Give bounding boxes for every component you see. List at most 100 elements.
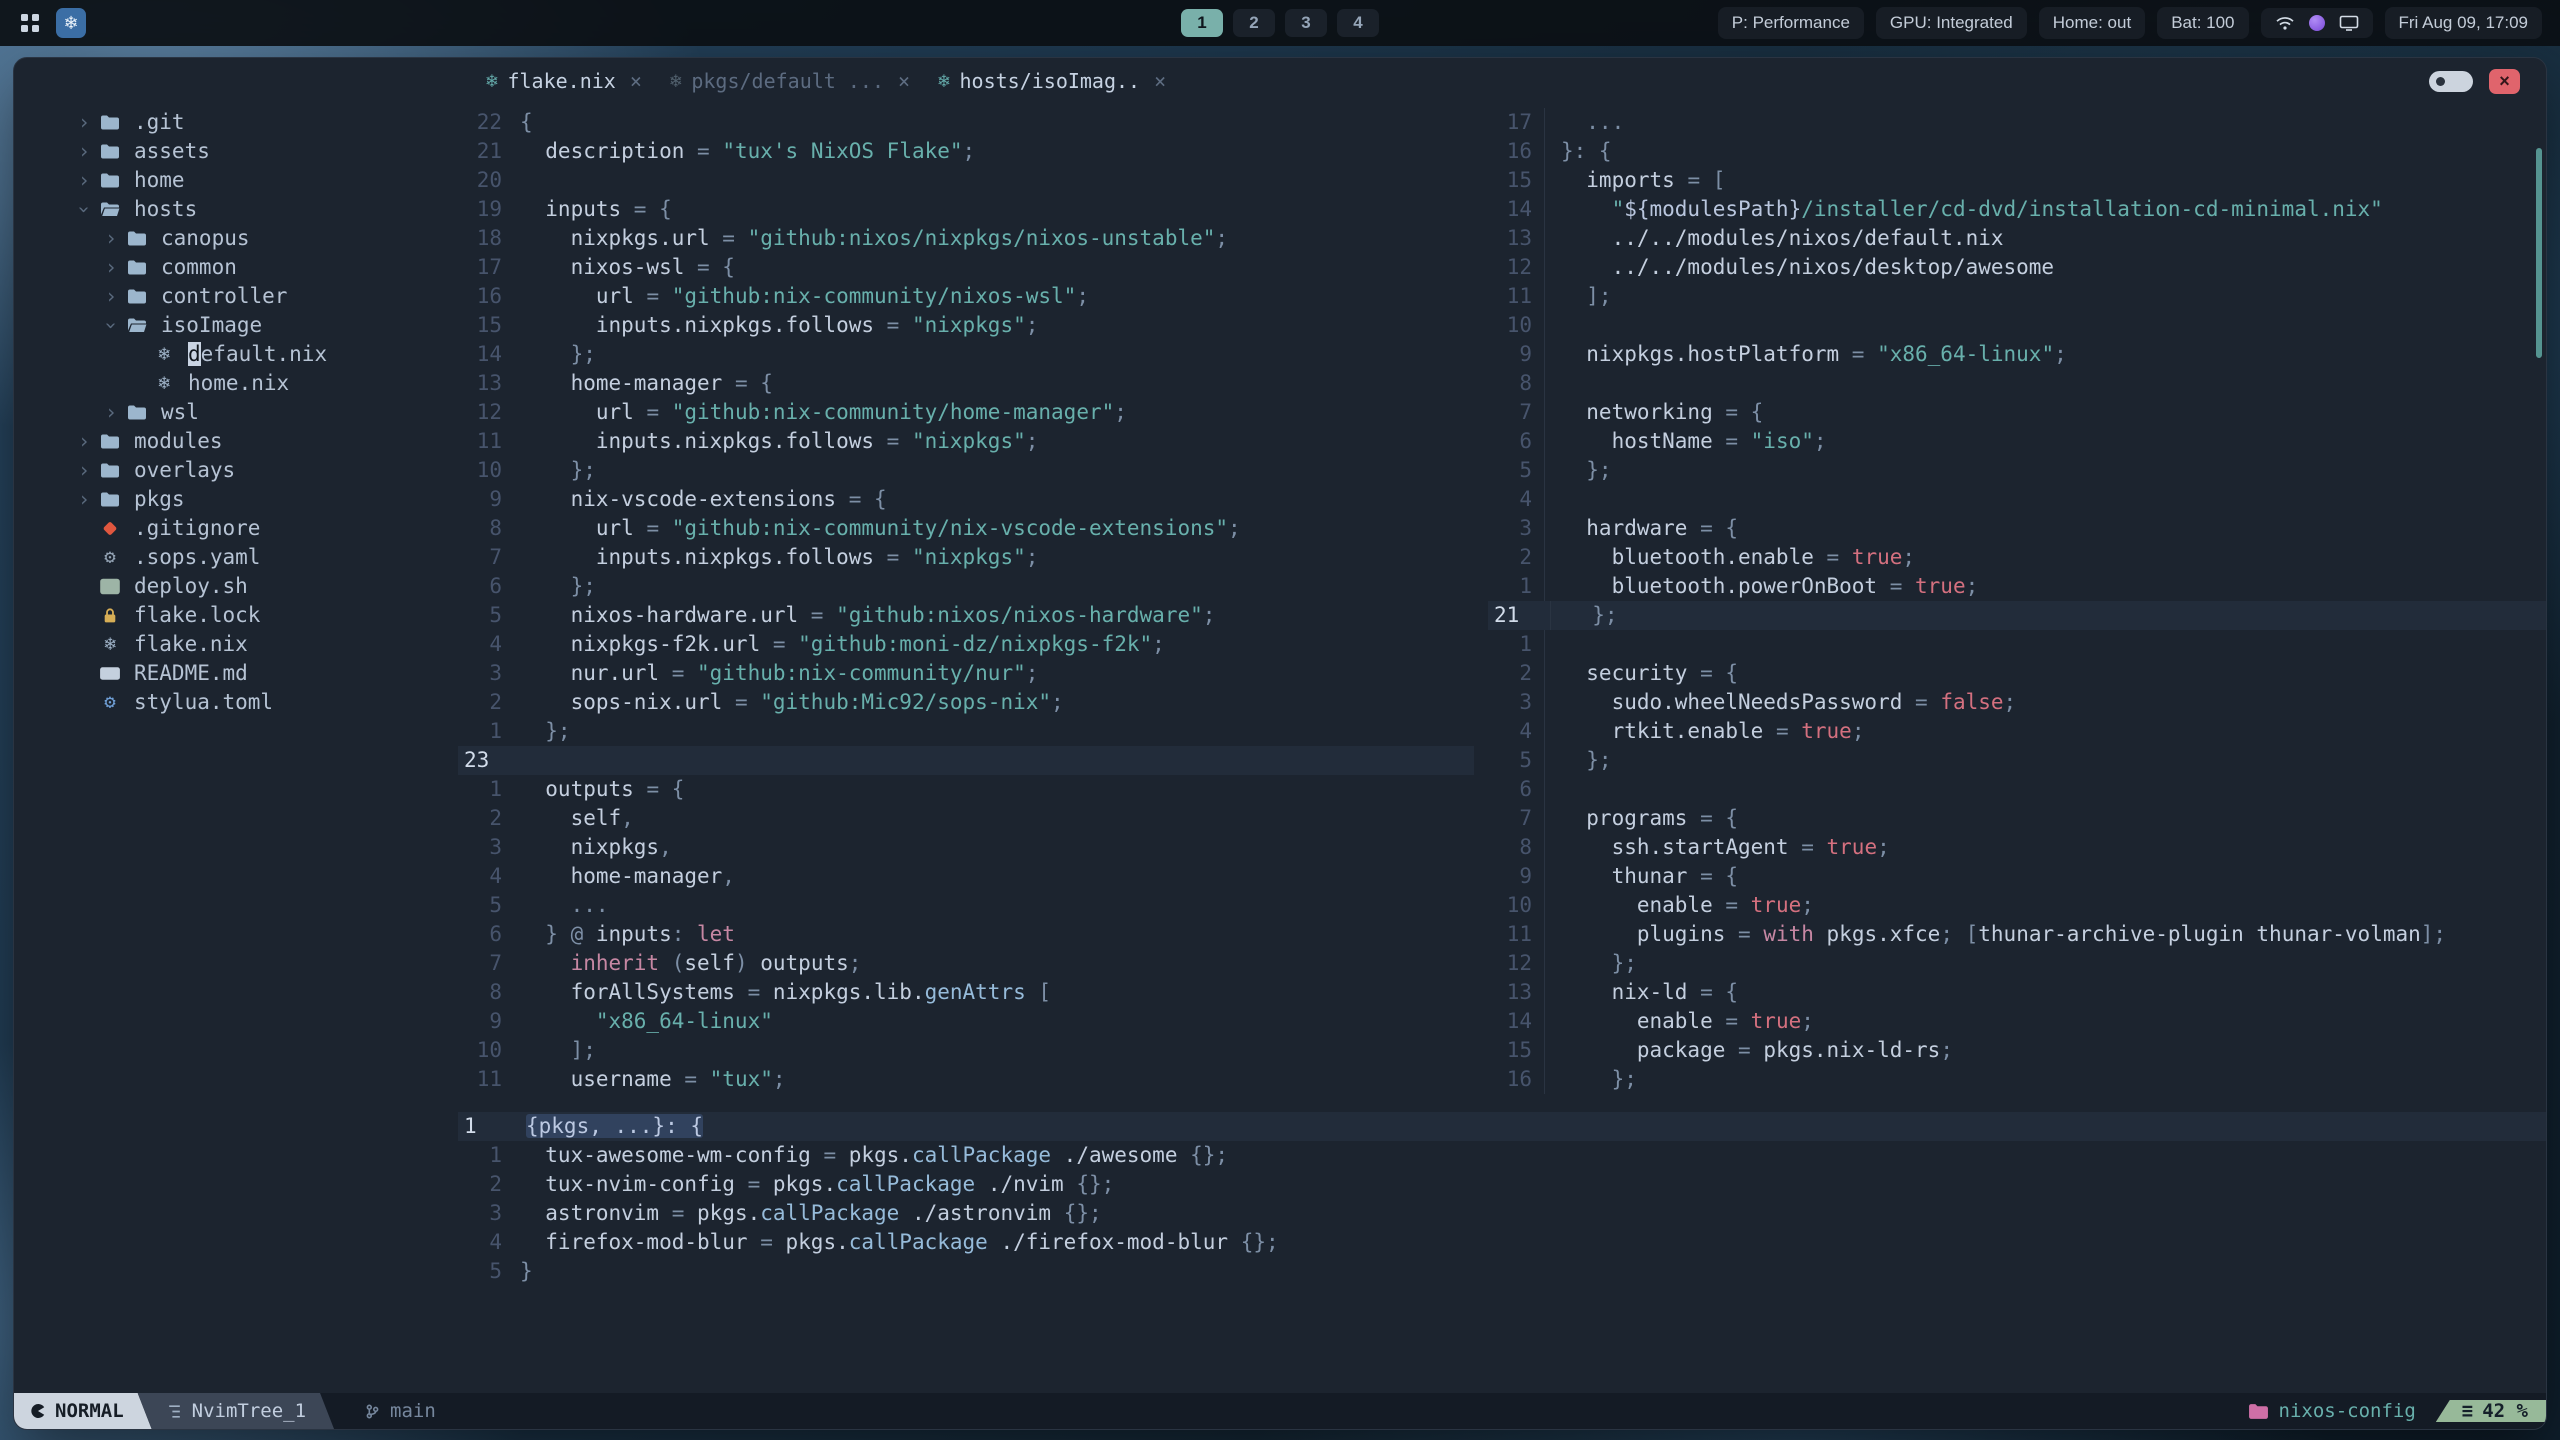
tree-item-controller[interactable]: › controller — [14, 282, 444, 311]
code-line[interactable]: 4 nixpkgs-f2k.url = "github:moni-dz/nixp… — [458, 630, 1474, 659]
tree-item--sops-yaml[interactable]: ⚙ .sops.yaml — [14, 543, 444, 572]
code-line[interactable]: 16 url = "github:nix-community/nixos-wsl… — [458, 282, 1474, 311]
tree-item-default-nix[interactable]: ❄ default.nix — [14, 340, 444, 369]
code-line[interactable]: 6 } @ inputs: let — [458, 920, 1474, 949]
tree-item--gitignore[interactable]: .gitignore — [14, 514, 444, 543]
code-line[interactable]: 7 inputs.nixpkgs.follows = "nixpkgs"; — [458, 543, 1474, 572]
code-line[interactable]: 10 — [1488, 311, 2546, 340]
tree-item-canopus[interactable]: › canopus — [14, 224, 444, 253]
code-line[interactable]: 1 — [1488, 630, 2546, 659]
code-line[interactable]: 22 { — [458, 108, 1474, 137]
code-line[interactable]: 12 ../../modules/nixos/desktop/awesome — [1488, 253, 2546, 282]
code-line[interactable]: 11 ]; — [1488, 282, 2546, 311]
code-line[interactable]: 6 — [1488, 775, 2546, 804]
code-line[interactable]: 9 "x86_64-linux" — [458, 1007, 1474, 1036]
chevron-icon[interactable]: › — [72, 456, 96, 485]
code-line[interactable]: 15 imports = [ — [1488, 166, 2546, 195]
tab-close-button[interactable]: × — [898, 69, 910, 93]
chevron-icon[interactable]: › — [97, 314, 126, 338]
code-line[interactable]: 11 plugins = with pkgs.xfce; [thunar-arc… — [1488, 920, 2546, 949]
chevron-icon[interactable]: › — [70, 198, 99, 222]
nix-logo[interactable]: ❄ — [56, 8, 86, 38]
tab-pkgs-default-[interactable]: ❄ pkgs/default ... × — [670, 69, 910, 93]
tree-item-wsl[interactable]: › wsl — [14, 398, 444, 427]
chevron-icon[interactable]: › — [72, 108, 96, 137]
code-line[interactable]: 16 }; — [1488, 1065, 2546, 1094]
code-line[interactable]: 5 }; — [1488, 746, 2546, 775]
code-line[interactable]: 5 }; — [1488, 456, 2546, 485]
code-line[interactable]: 1 {pkgs, ...}: { — [458, 1112, 2546, 1141]
workspace-button-3[interactable]: 3 — [1285, 9, 1327, 37]
code-line[interactable]: 1 }; — [458, 717, 1474, 746]
tree-item-modules[interactable]: › modules — [14, 427, 444, 456]
code-line[interactable]: 4 home-manager, — [458, 862, 1474, 891]
chevron-icon[interactable]: › — [99, 398, 123, 427]
code-line[interactable]: 8 url = "github:nix-community/nix-vscode… — [458, 514, 1474, 543]
tree-item-assets[interactable]: › assets — [14, 137, 444, 166]
code-line[interactable]: 5} — [458, 1257, 2546, 1286]
code-line[interactable]: 8 ssh.startAgent = true; — [1488, 833, 2546, 862]
code-line[interactable]: 7 programs = { — [1488, 804, 2546, 833]
code-line[interactable]: 5 ... — [458, 891, 1474, 920]
tree-item-README-md[interactable]: README.md — [14, 659, 444, 688]
code-line[interactable]: 12 }; — [1488, 949, 2546, 978]
workspace-button-2[interactable]: 2 — [1233, 9, 1275, 37]
code-line[interactable]: 4 — [1488, 485, 2546, 514]
tab-close-button[interactable]: × — [630, 69, 642, 93]
code-line[interactable]: 9 thunar = { — [1488, 862, 2546, 891]
code-line[interactable]: 11 inputs.nixpkgs.follows = "nixpkgs"; — [458, 427, 1474, 456]
tree-item-home[interactable]: › home — [14, 166, 444, 195]
code-line[interactable]: 1 bluetooth.powerOnBoot = true; — [1488, 572, 2546, 601]
window-close-button[interactable]: × — [2489, 68, 2520, 94]
workspace-button-1[interactable]: 1 — [1181, 9, 1223, 37]
code-line[interactable]: 17 ... — [1488, 108, 2546, 137]
tree-item-overlays[interactable]: › overlays — [14, 456, 444, 485]
tab-flake-nix[interactable]: ❄ flake.nix × — [486, 69, 642, 93]
code-line[interactable]: 3 nur.url = "github:nix-community/nur"; — [458, 659, 1474, 688]
code-line[interactable]: 1 outputs = { — [458, 775, 1474, 804]
code-line[interactable]: 8 — [1488, 369, 2546, 398]
code-line[interactable]: 6 hostName = "iso"; — [1488, 427, 2546, 456]
code-line[interactable]: 9 nixpkgs.hostPlatform = "x86_64-linux"; — [1488, 340, 2546, 369]
tree-item-pkgs[interactable]: › pkgs — [14, 485, 444, 514]
tree-item-flake-nix[interactable]: ❄ flake.nix — [14, 630, 444, 659]
code-line[interactable]: 14 }; — [458, 340, 1474, 369]
code-line[interactable]: 14 enable = true; — [1488, 1007, 2546, 1036]
scrollbar-thumb[interactable] — [2536, 148, 2542, 358]
code-line[interactable]: 15 inputs.nixpkgs.follows = "nixpkgs"; — [458, 311, 1474, 340]
code-line[interactable]: 20 — [458, 166, 1474, 195]
code-line[interactable]: 3 hardware = { — [1488, 514, 2546, 543]
code-line[interactable]: 16}: { — [1488, 137, 2546, 166]
code-line[interactable]: 3 nixpkgs, — [458, 833, 1474, 862]
chevron-icon[interactable]: › — [72, 485, 96, 514]
code-line[interactable]: 6 }; — [458, 572, 1474, 601]
code-line[interactable]: 15 package = pkgs.nix-ld-rs; — [1488, 1036, 2546, 1065]
tab-close-button[interactable]: × — [1154, 69, 1166, 93]
code-line[interactable]: 2 bluetooth.enable = true; — [1488, 543, 2546, 572]
code-line[interactable]: 2 tux-nvim-config = pkgs.callPackage ./n… — [458, 1170, 2546, 1199]
tree-item-stylua-toml[interactable]: ⚙ stylua.toml — [14, 688, 444, 717]
code-line[interactable]: 12 url = "github:nix-community/home-mana… — [458, 398, 1474, 427]
chevron-icon[interactable]: › — [99, 224, 123, 253]
code-line[interactable]: 21 }; — [1488, 601, 2546, 630]
code-line[interactable]: 1 tux-awesome-wm-config = pkgs.callPacka… — [458, 1141, 2546, 1170]
chevron-icon[interactable]: › — [99, 282, 123, 311]
chevron-icon[interactable]: › — [72, 137, 96, 166]
code-line[interactable]: 3 astronvim = pkgs.callPackage ./astronv… — [458, 1199, 2546, 1228]
code-line[interactable]: 4 rtkit.enable = true; — [1488, 717, 2546, 746]
pin-toggle-button[interactable] — [2429, 70, 2473, 92]
tree-item-hosts[interactable]: › hosts — [14, 195, 444, 224]
tree-item-home-nix[interactable]: ❄ home.nix — [14, 369, 444, 398]
code-line[interactable]: 7 inherit (self) outputs; — [458, 949, 1474, 978]
code-line[interactable]: 9 nix-vscode-extensions = { — [458, 485, 1474, 514]
code-line[interactable]: 21 description = "tux's NixOS Flake"; — [458, 137, 1474, 166]
tree-item-isoImage[interactable]: › isoImage — [14, 311, 444, 340]
tree-item--git[interactable]: › .git — [14, 108, 444, 137]
code-line[interactable]: 11 username = "tux"; — [458, 1065, 1474, 1094]
app-launcher-icon[interactable] — [18, 11, 42, 35]
code-line[interactable]: 2 sops-nix.url = "github:Mic92/sops-nix"… — [458, 688, 1474, 717]
code-line[interactable]: 19 inputs = { — [458, 195, 1474, 224]
code-line[interactable]: 13 ../../modules/nixos/default.nix — [1488, 224, 2546, 253]
code-line[interactable]: 2 security = { — [1488, 659, 2546, 688]
code-line[interactable]: 13 home-manager = { — [458, 369, 1474, 398]
